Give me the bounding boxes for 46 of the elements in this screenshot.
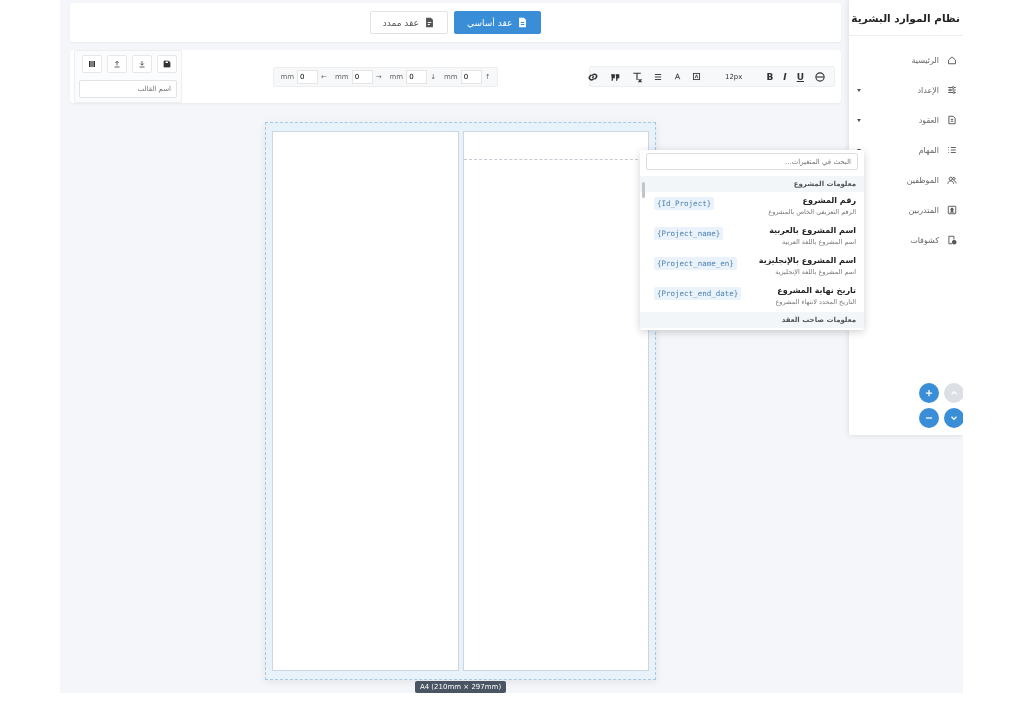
nav-label: كشوفات [910,235,939,245]
link-icon [586,70,599,83]
variable-title: رقم المشروع [801,196,856,205]
strikethrough-icon [814,70,826,83]
variable-title: اسم المشروع بالإنجليزية [758,256,856,265]
variable-title: تاريخ نهاية المشروع [776,286,856,295]
save-button[interactable] [157,55,177,73]
sidebar-item[interactable]: الإعداد [849,75,963,105]
highlight-icon [691,72,701,81]
columns-button[interactable] [82,55,102,73]
upload-icon [113,60,121,68]
document-icon [947,115,957,125]
list-icon [947,145,957,155]
nav-label: المتدربين [908,205,939,215]
nav-label: العقود [918,115,939,125]
strike-button[interactable] [812,70,828,83]
scrollbar[interactable] [642,182,645,198]
sliders-icon [947,85,957,95]
down-button[interactable] [944,408,963,428]
underline-button[interactable]: U [794,71,806,82]
download-icon [138,60,146,68]
report-icon [947,235,957,245]
variable-title: اسم المشروع بالعربية [769,226,856,235]
clear-format-icon [630,70,643,83]
font-color-icon [672,72,682,81]
plus-icon [924,388,934,398]
align-icon [652,71,663,82]
home-icon [947,55,957,65]
italic-button[interactable]: I [781,71,789,82]
id-badge-icon [947,205,957,215]
bold-button[interactable]: B [764,71,776,82]
contract-tab[interactable]: عقد ممدد [369,11,448,34]
app-title: نظام الموارد البشرية [849,0,963,36]
file-icon [517,17,529,28]
add-button[interactable] [919,383,939,403]
nav-label: المهام [918,145,939,155]
people-icon [947,175,957,185]
sidebar-item[interactable]: العقود [849,105,963,135]
nav-label: الإعداد [917,85,939,95]
remove-button[interactable] [919,408,939,428]
nav-label: الرئيسية [911,55,939,65]
columns-icon [88,60,96,68]
nav-label: الموظفين [906,175,939,185]
sidebar-item[interactable]: الرئيسية [849,45,963,75]
save-icon [163,60,171,68]
file-icon [423,17,435,28]
